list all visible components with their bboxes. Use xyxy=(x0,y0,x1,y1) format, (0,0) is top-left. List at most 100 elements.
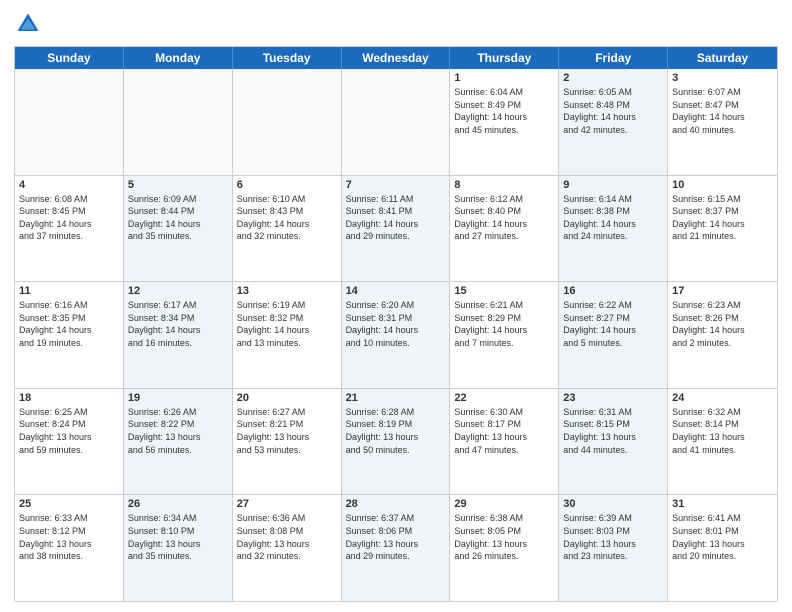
cell-info: Sunrise: 6:19 AMSunset: 8:32 PMDaylight:… xyxy=(237,299,337,349)
day-number: 9 xyxy=(563,179,663,191)
day-number: 24 xyxy=(672,392,773,404)
day-number: 17 xyxy=(672,285,773,297)
cell-info: Sunrise: 6:10 AMSunset: 8:43 PMDaylight:… xyxy=(237,193,337,243)
cell-info: Sunrise: 6:07 AMSunset: 8:47 PMDaylight:… xyxy=(672,86,773,136)
calendar: SundayMondayTuesdayWednesdayThursdayFrid… xyxy=(14,46,778,602)
cell-info: Sunrise: 6:30 AMSunset: 8:17 PMDaylight:… xyxy=(454,406,554,456)
cell-info: Sunrise: 6:21 AMSunset: 8:29 PMDaylight:… xyxy=(454,299,554,349)
header xyxy=(14,10,778,38)
day-number: 29 xyxy=(454,498,554,510)
cell-info: Sunrise: 6:08 AMSunset: 8:45 PMDaylight:… xyxy=(19,193,119,243)
day-number: 26 xyxy=(128,498,228,510)
calendar-cell: 7 Sunrise: 6:11 AMSunset: 8:41 PMDaylight… xyxy=(342,176,451,282)
day-number: 7 xyxy=(346,179,446,191)
day-of-week-thursday: Thursday xyxy=(450,47,559,69)
day-number: 22 xyxy=(454,392,554,404)
calendar-cell: 9 Sunrise: 6:14 AMSunset: 8:38 PMDaylight… xyxy=(559,176,668,282)
cell-info: Sunrise: 6:22 AMSunset: 8:27 PMDaylight:… xyxy=(563,299,663,349)
calendar-cell: 8Sunrise: 6:12 AMSunset: 8:40 PMDaylight… xyxy=(450,176,559,282)
cell-info: Sunrise: 6:15 AMSunset: 8:37 PMDaylight:… xyxy=(672,193,773,243)
day-of-week-sunday: Sunday xyxy=(15,47,124,69)
calendar-cell xyxy=(233,69,342,175)
cell-info: Sunrise: 6:33 AMSunset: 8:12 PMDaylight:… xyxy=(19,512,119,562)
calendar-cell: 23Sunrise: 6:31 AMSunset: 8:15 PMDayligh… xyxy=(559,389,668,495)
day-number: 15 xyxy=(454,285,554,297)
cell-info: Sunrise: 6:09 AMSunset: 8:44 PMDaylight:… xyxy=(128,193,228,243)
day-number: 16 xyxy=(563,285,663,297)
calendar-body: 1 Sunrise: 6:04 AMSunset: 8:49 PMDaylight… xyxy=(15,69,777,601)
calendar-cell xyxy=(124,69,233,175)
day-number: 13 xyxy=(237,285,337,297)
day-number: 5 xyxy=(128,179,228,191)
calendar-cell: 20 Sunrise: 6:27 AMSunset: 8:21 PMDayligh… xyxy=(233,389,342,495)
calendar-cell: 19 Sunrise: 6:26 AMSunset: 8:22 PMDayligh… xyxy=(124,389,233,495)
calendar-cell: 17 Sunrise: 6:23 AMSunset: 8:26 PMDayligh… xyxy=(668,282,777,388)
day-number: 12 xyxy=(128,285,228,297)
calendar-row-4: 18 Sunrise: 6:25 AMSunset: 8:24 PMDayligh… xyxy=(15,388,777,495)
cell-info: Sunrise: 6:26 AMSunset: 8:22 PMDaylight:… xyxy=(128,406,228,456)
day-number: 31 xyxy=(672,498,773,510)
day-number: 19 xyxy=(128,392,228,404)
calendar-cell: 6 Sunrise: 6:10 AMSunset: 8:43 PMDaylight… xyxy=(233,176,342,282)
day-of-week-saturday: Saturday xyxy=(668,47,777,69)
calendar-cell: 28Sunrise: 6:37 AMSunset: 8:06 PMDayligh… xyxy=(342,495,451,601)
day-of-week-tuesday: Tuesday xyxy=(233,47,342,69)
day-number: 2 xyxy=(563,72,663,84)
calendar-cell: 24 Sunrise: 6:32 AMSunset: 8:14 PMDayligh… xyxy=(668,389,777,495)
day-number: 25 xyxy=(19,498,119,510)
day-number: 28 xyxy=(346,498,446,510)
calendar-cell: 30Sunrise: 6:39 AMSunset: 8:03 PMDayligh… xyxy=(559,495,668,601)
day-of-week-monday: Monday xyxy=(124,47,233,69)
cell-info: Sunrise: 6:11 AMSunset: 8:41 PMDaylight:… xyxy=(346,193,446,243)
calendar-cell: 3 Sunrise: 6:07 AMSunset: 8:47 PMDaylight… xyxy=(668,69,777,175)
calendar-cell: 21 Sunrise: 6:28 AMSunset: 8:19 PMDayligh… xyxy=(342,389,451,495)
cell-info: Sunrise: 6:14 AMSunset: 8:38 PMDaylight:… xyxy=(563,193,663,243)
day-number: 1 xyxy=(454,72,554,84)
day-number: 11 xyxy=(19,285,119,297)
calendar-cell: 2 Sunrise: 6:05 AMSunset: 8:48 PMDaylight… xyxy=(559,69,668,175)
cell-info: Sunrise: 6:27 AMSunset: 8:21 PMDaylight:… xyxy=(237,406,337,456)
calendar-cell: 12 Sunrise: 6:17 AMSunset: 8:34 PMDayligh… xyxy=(124,282,233,388)
day-number: 3 xyxy=(672,72,773,84)
cell-info: Sunrise: 6:20 AMSunset: 8:31 PMDaylight:… xyxy=(346,299,446,349)
calendar-row-2: 4Sunrise: 6:08 AMSunset: 8:45 PMDaylight… xyxy=(15,175,777,282)
cell-info: Sunrise: 6:28 AMSunset: 8:19 PMDaylight:… xyxy=(346,406,446,456)
cell-info: Sunrise: 6:36 AMSunset: 8:08 PMDaylight:… xyxy=(237,512,337,562)
calendar-cell: 31Sunrise: 6:41 AMSunset: 8:01 PMDayligh… xyxy=(668,495,777,601)
day-number: 6 xyxy=(237,179,337,191)
day-number: 18 xyxy=(19,392,119,404)
calendar-cell: 5 Sunrise: 6:09 AMSunset: 8:44 PMDaylight… xyxy=(124,176,233,282)
cell-info: Sunrise: 6:17 AMSunset: 8:34 PMDaylight:… xyxy=(128,299,228,349)
calendar-cell xyxy=(15,69,124,175)
calendar-cell: 10Sunrise: 6:15 AMSunset: 8:37 PMDayligh… xyxy=(668,176,777,282)
cell-info: Sunrise: 6:32 AMSunset: 8:14 PMDaylight:… xyxy=(672,406,773,456)
calendar-cell: 25 Sunrise: 6:33 AMSunset: 8:12 PMDayligh… xyxy=(15,495,124,601)
cell-info: Sunrise: 6:05 AMSunset: 8:48 PMDaylight:… xyxy=(563,86,663,136)
calendar-cell: 16 Sunrise: 6:22 AMSunset: 8:27 PMDayligh… xyxy=(559,282,668,388)
day-number: 14 xyxy=(346,285,446,297)
cell-info: Sunrise: 6:39 AMSunset: 8:03 PMDaylight:… xyxy=(563,512,663,562)
calendar-cell: 18 Sunrise: 6:25 AMSunset: 8:24 PMDayligh… xyxy=(15,389,124,495)
logo-icon xyxy=(14,10,42,38)
logo xyxy=(14,10,46,38)
calendar-cell: 29 Sunrise: 6:38 AMSunset: 8:05 PMDayligh… xyxy=(450,495,559,601)
cell-info: Sunrise: 6:04 AMSunset: 8:49 PMDaylight:… xyxy=(454,86,554,136)
calendar-cell: 11Sunrise: 6:16 AMSunset: 8:35 PMDayligh… xyxy=(15,282,124,388)
cell-info: Sunrise: 6:38 AMSunset: 8:05 PMDaylight:… xyxy=(454,512,554,562)
day-number: 27 xyxy=(237,498,337,510)
day-of-week-friday: Friday xyxy=(559,47,668,69)
calendar-header: SundayMondayTuesdayWednesdayThursdayFrid… xyxy=(15,47,777,69)
calendar-cell: 1 Sunrise: 6:04 AMSunset: 8:49 PMDaylight… xyxy=(450,69,559,175)
cell-info: Sunrise: 6:25 AMSunset: 8:24 PMDaylight:… xyxy=(19,406,119,456)
page: SundayMondayTuesdayWednesdayThursdayFrid… xyxy=(0,0,792,612)
day-number: 23 xyxy=(563,392,663,404)
calendar-row-1: 1 Sunrise: 6:04 AMSunset: 8:49 PMDaylight… xyxy=(15,69,777,175)
day-number: 21 xyxy=(346,392,446,404)
day-number: 20 xyxy=(237,392,337,404)
calendar-cell xyxy=(342,69,451,175)
day-number: 8 xyxy=(454,179,554,191)
cell-info: Sunrise: 6:34 AMSunset: 8:10 PMDaylight:… xyxy=(128,512,228,562)
cell-info: Sunrise: 6:23 AMSunset: 8:26 PMDaylight:… xyxy=(672,299,773,349)
calendar-cell: 14 Sunrise: 6:20 AMSunset: 8:31 PMDayligh… xyxy=(342,282,451,388)
calendar-cell: 26 Sunrise: 6:34 AMSunset: 8:10 PMDayligh… xyxy=(124,495,233,601)
